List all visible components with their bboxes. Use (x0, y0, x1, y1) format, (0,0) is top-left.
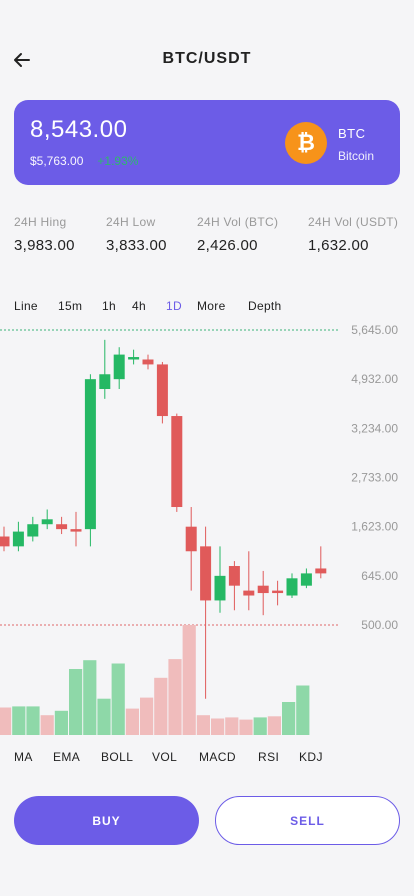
indicator-tabs: MA EMA BOLL VOL MACD RSI KDJ (14, 750, 404, 770)
volume-bar (154, 677, 168, 735)
y-axis-tick-label: 645.00 (361, 569, 398, 583)
volume-bar (12, 706, 26, 735)
tab-15m[interactable]: 15m (58, 299, 82, 313)
candle-body[interactable] (41, 519, 53, 525)
stat-24h-high: 24H Hing 3,983.00 (14, 215, 75, 254)
sell-button[interactable]: SELL (215, 796, 400, 845)
bitcoin-icon: ₿ (285, 122, 327, 164)
y-axis-tick-label: 1,623.00 (351, 520, 398, 534)
stat-value: 3,833.00 (106, 237, 167, 254)
candle-body[interactable] (113, 354, 125, 380)
tab-1d[interactable]: 1D (166, 299, 182, 313)
candle-body[interactable] (12, 531, 24, 547)
current-price: 8,543.00 (30, 116, 128, 143)
indicator-rsi[interactable]: RSI (258, 750, 279, 764)
volume-bar (69, 669, 83, 735)
volume-bar (282, 702, 296, 735)
candle-body[interactable] (70, 529, 82, 532)
stat-value: 1,632.00 (308, 237, 369, 254)
volume-bar (125, 708, 139, 735)
indicator-kdj[interactable]: KDJ (299, 750, 323, 764)
candlestick-chart[interactable]: 5,645.00 4,932.00 3,234.00 2,733.00 1,623.00… (0, 320, 414, 740)
y-axis-tick-label: 3,234.00 (351, 421, 398, 435)
candle-body[interactable] (300, 573, 312, 586)
candle-body[interactable] (99, 374, 111, 390)
stat-24h-vol-btc: 24H Vol (BTC) 2,426.00 (197, 215, 278, 254)
candle-body[interactable] (286, 578, 298, 596)
candle-body[interactable] (228, 566, 240, 586)
tab-more[interactable]: More (197, 299, 226, 313)
header: BTC/USDT (0, 40, 414, 80)
volume-bar (239, 719, 253, 735)
buy-button[interactable]: BUY (14, 796, 199, 845)
volume-bar (140, 697, 154, 735)
candle-body[interactable] (315, 568, 327, 574)
tab-line[interactable]: Line (14, 299, 38, 313)
candle-body[interactable] (185, 526, 197, 552)
tab-1h[interactable]: 1h (102, 299, 116, 313)
stat-label: 24H Hing (14, 215, 67, 229)
volume-bar (0, 707, 12, 735)
coin-symbol: BTC (338, 126, 366, 141)
coin-name: Bitcoin (338, 149, 375, 163)
y-axis-tick-label: 4,932.00 (351, 372, 398, 386)
stat-24h-vol-usdt: 24H Vol (USDT) 1,632.00 (308, 215, 398, 254)
volume-bar (267, 716, 281, 735)
tab-4h[interactable]: 4h (132, 299, 146, 313)
volume-bar (83, 660, 97, 735)
page-title: BTC/USDT (162, 50, 252, 67)
candle-body[interactable] (84, 379, 96, 530)
stat-24h-low: 24H Low 3,833.00 (106, 215, 167, 254)
candle-body[interactable] (56, 524, 68, 530)
price-card: 8,543.00 $5,763.00 +1.93% ₿ BTC Bitcoin (14, 100, 400, 185)
volume-bar (182, 625, 196, 735)
indicator-boll[interactable]: BOLL (101, 750, 133, 764)
stat-value: 2,426.00 (197, 237, 258, 254)
tab-depth[interactable]: Depth (248, 299, 282, 313)
candle-body[interactable] (128, 357, 140, 360)
volume-bar (111, 663, 125, 735)
volume-bar (296, 685, 310, 735)
candle-body[interactable] (200, 546, 212, 601)
candle-body[interactable] (156, 364, 168, 417)
price-change: +1.93% (97, 154, 139, 168)
volume-bar (26, 706, 40, 735)
volume-bar (168, 659, 182, 735)
indicator-ma[interactable]: MA (14, 750, 33, 764)
y-axis-tick-label: 5,645.00 (351, 323, 398, 337)
volume-bar (211, 718, 225, 735)
candle-body[interactable] (243, 590, 255, 596)
y-axis-tick-label: 2,733.00 (351, 471, 398, 485)
volume-bar (40, 715, 54, 735)
candle-body[interactable] (142, 359, 154, 365)
candle-body[interactable] (27, 524, 39, 537)
volume-bar (253, 717, 267, 735)
stat-label: 24H Vol (USDT) (308, 215, 399, 229)
indicator-vol[interactable]: VOL (152, 750, 177, 764)
candle-body[interactable] (272, 590, 284, 594)
volume-bar (54, 710, 68, 735)
candle-body[interactable] (257, 585, 269, 594)
volume-bar (196, 715, 210, 735)
volume-bar (97, 698, 111, 735)
indicator-macd[interactable]: MACD (199, 750, 236, 764)
y-axis-tick-label: 500.00 (361, 618, 398, 632)
candle-body[interactable] (0, 536, 10, 547)
market-stats: 24H Hing 3,983.00 24H Low 3,833.00 24H V… (14, 215, 414, 265)
candle-body[interactable] (171, 416, 183, 508)
stat-label: 24H Vol (BTC) (197, 215, 279, 229)
timeframe-tabs: Line 15m 1h 4h 1D More Depth (14, 299, 404, 319)
stat-value: 3,983.00 (14, 237, 75, 254)
fiat-price: $5,763.00 (30, 154, 84, 168)
candle-body[interactable] (214, 575, 226, 601)
indicator-ema[interactable]: EMA (53, 750, 80, 764)
volume-bar (225, 717, 239, 735)
stat-label: 24H Low (106, 215, 156, 229)
